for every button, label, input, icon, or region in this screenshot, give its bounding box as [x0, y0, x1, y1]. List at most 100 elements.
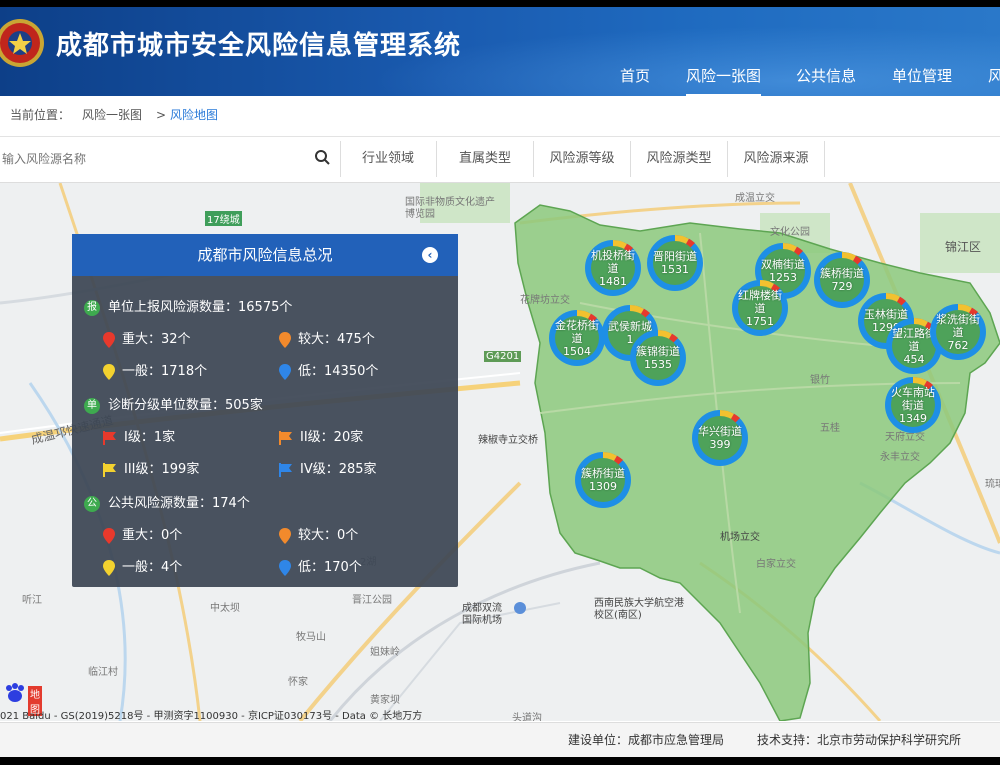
- flag-icon: [102, 462, 124, 477]
- section-label: 公共风险源数量：174个: [108, 496, 250, 511]
- map-label: G4201: [484, 351, 522, 362]
- panel-header: 成都市风险信息总况 ‹: [72, 234, 458, 276]
- cluster-count: 1481: [599, 274, 627, 288]
- cluster-name: 道: [571, 331, 583, 345]
- app-frame: 成都市城市安全风险信息管理系统 首页 风险一张图 公共信息 单位管理 风 当前位…: [0, 7, 1000, 757]
- map-label: 头道沟: [512, 713, 542, 721]
- nav-more-truncated[interactable]: 风: [988, 63, 1000, 94]
- cluster-name: 道: [607, 261, 619, 275]
- cluster-name: 簇桥街道: [820, 267, 864, 280]
- search-icon[interactable]: [314, 149, 332, 167]
- risk-cluster-marker[interactable]: 华兴街道 399: [690, 408, 750, 468]
- flag-icon: [278, 430, 300, 445]
- footer-builder: 建设单位：成都市应急管理局: [568, 733, 725, 747]
- cluster-count: 1751: [746, 314, 774, 328]
- map-label: 银竹: [810, 375, 830, 386]
- risk-count-text: IV级：285家: [300, 462, 377, 477]
- breadcrumb-separator: >: [156, 108, 167, 122]
- map-label: 五桂: [820, 423, 840, 434]
- search-input[interactable]: [0, 147, 304, 171]
- risk-cluster-marker[interactable]: 浆洗街街道 762: [928, 302, 988, 362]
- nav-public-info[interactable]: 公共信息: [796, 63, 856, 94]
- risk-count-text: 重大：32个: [122, 332, 191, 347]
- map-pin-icon: [102, 363, 122, 380]
- risk-count-text: II级：20家: [300, 430, 364, 445]
- risk-cluster-marker[interactable]: 簇锦街道 1535: [628, 328, 688, 388]
- risk-cluster-marker[interactable]: 晋阳街道 1531: [645, 233, 705, 293]
- risk-count-text: 一般：1718个: [122, 364, 208, 379]
- risk-count-text: 低：170个: [298, 560, 362, 575]
- cluster-name: 浆洗街街: [936, 312, 980, 326]
- map-copyright: 021 Baidu - GS(2019)5218号 - 甲测资字1100930 …: [0, 711, 423, 722]
- cluster-name: 簇锦街道: [636, 345, 680, 358]
- cluster-count: 1535: [644, 358, 672, 371]
- map-label: 文化公园: [770, 227, 810, 238]
- map-label: 花牌坊立交: [520, 295, 570, 306]
- map-pin-icon: [278, 331, 298, 348]
- risk-count-text: 较大：475个: [298, 332, 375, 347]
- panel-section-title: 单诊断分级单位数量：505家: [84, 394, 263, 414]
- baidu-paw-icon: [6, 683, 24, 702]
- section-label: 单位上报风险源数量：16575个: [108, 300, 293, 315]
- cluster-count: 1309: [589, 480, 617, 493]
- filter-risk-type[interactable]: 风险源类型: [631, 141, 728, 177]
- filter-risk-source[interactable]: 风险源来源: [728, 141, 825, 177]
- map-label: 晋江公园: [352, 595, 392, 606]
- risk-count-text: III级：199家: [124, 462, 200, 477]
- app-footer: 建设单位：成都市应急管理局 技术支持：北京市劳动保护科学研究所: [0, 722, 1000, 757]
- collapse-chevron-icon[interactable]: ‹: [422, 247, 438, 263]
- cluster-name: 双楠街道: [761, 258, 805, 271]
- nav-risk-map[interactable]: 风险一张图: [686, 63, 762, 96]
- cluster-count: 399: [709, 438, 731, 451]
- map-label: 成温立交: [735, 193, 775, 204]
- risk-count-item: 重大：0个: [102, 524, 182, 545]
- map-label: 姐妹岭: [370, 647, 400, 658]
- risk-cluster-marker[interactable]: 簇桥街道 1309: [573, 450, 633, 510]
- map-label: 听江: [22, 595, 42, 606]
- risk-count-item: II级：20家: [278, 426, 363, 446]
- app-title: 成都市城市安全风险信息管理系统: [56, 31, 462, 61]
- map-label: 西南民族大学航空港校区(南区): [594, 598, 684, 621]
- nav-home[interactable]: 首页: [620, 63, 650, 94]
- map-label: 白家立交: [756, 559, 796, 570]
- risk-count-item: I级：1家: [102, 426, 175, 446]
- map-pin-icon: [278, 363, 298, 380]
- filter-industry[interactable]: 行业领域: [340, 141, 437, 177]
- map-label: 永丰立交: [880, 452, 920, 463]
- risk-count-item: IV级：285家: [278, 458, 377, 478]
- risk-cluster-marker[interactable]: 红牌楼街道 1751: [730, 278, 790, 338]
- cluster-name: 金花桥街: [555, 318, 599, 332]
- risk-cluster-marker[interactable]: 机投桥街道 1481: [583, 238, 643, 298]
- filter-risk-level[interactable]: 风险源等级: [534, 141, 631, 177]
- cluster-name: 火车南站: [891, 385, 935, 399]
- cluster-count: 1531: [661, 263, 689, 276]
- risk-cluster-marker[interactable]: 火车南站 街道 1349: [883, 375, 943, 435]
- map-label: 怀家: [288, 677, 308, 688]
- breadcrumb-risk-map[interactable]: 风险一张图: [82, 96, 142, 134]
- risk-cluster-marker[interactable]: 金花桥街道 1504: [547, 308, 607, 368]
- map-pin-icon: [102, 559, 122, 576]
- map-label: 临江村: [88, 667, 118, 678]
- risk-count-text: 较大：0个: [298, 528, 359, 543]
- filter-toolbar: 行业领域 直属类型 风险源等级 风险源类型 风险源来源: [0, 137, 1000, 183]
- map-label: 锦江区: [945, 240, 982, 254]
- risk-count-item: 较大：475个: [278, 328, 375, 349]
- map-pin-icon: [102, 331, 122, 348]
- filter-direct-type[interactable]: 直属类型: [437, 141, 534, 177]
- panel-title: 成都市风险信息总况: [197, 246, 333, 264]
- map-pin-icon: [102, 527, 122, 544]
- cluster-name: 晋阳街道: [653, 250, 697, 263]
- nav-unit-management[interactable]: 单位管理: [892, 63, 952, 94]
- map-label: 机场立交: [720, 532, 760, 543]
- risk-count-text: 一般：4个: [122, 560, 183, 575]
- footer-support: 技术支持：北京市劳动保护科学研究所: [757, 733, 962, 747]
- breadcrumb-current: 风险地图: [170, 108, 219, 122]
- risk-count-item: III级：199家: [102, 458, 199, 478]
- risk-count-item: 较大：0个: [278, 524, 358, 545]
- cluster-name: 华兴街道: [698, 425, 742, 438]
- map-pin-icon: [278, 559, 298, 576]
- panel-section-title: 报单位上报风险源数量：16575个: [84, 296, 292, 316]
- map-label: 中太坝: [210, 603, 240, 614]
- cluster-name: 道: [754, 301, 766, 315]
- breadcrumb-prefix: 当前位置：: [10, 108, 71, 122]
